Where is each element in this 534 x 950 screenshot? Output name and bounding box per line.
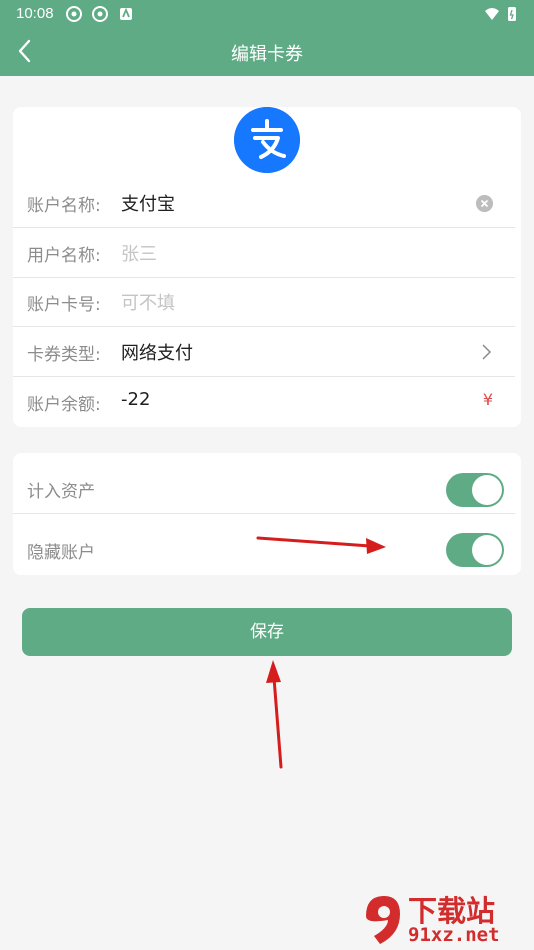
app-header: 10:08 编辑卡券 xyxy=(0,0,534,76)
account-number-label: 账户卡号: xyxy=(27,295,101,315)
status-time: 10:08 xyxy=(16,5,54,22)
balance-label: 账户余额: xyxy=(27,395,101,415)
watermark-logo-icon xyxy=(366,896,400,944)
chevron-right-icon[interactable] xyxy=(479,343,493,361)
account-number-input[interactable]: 可不填 xyxy=(121,289,175,315)
wifi-icon xyxy=(485,8,499,20)
annotation-arrow-to-save xyxy=(266,660,283,769)
card-type-row[interactable]: 卡券类型: 网络支付 xyxy=(13,327,521,377)
user-name-label: 用户名称: xyxy=(27,246,101,266)
user-name-input[interactable]: 张三 xyxy=(121,240,157,266)
app-notification-icon-2 xyxy=(92,6,108,22)
battery-icon xyxy=(508,7,516,21)
watermark-url: 91xz.net xyxy=(408,924,500,946)
balance-input[interactable]: -22 xyxy=(121,389,150,410)
toggle-knob xyxy=(472,535,502,565)
account-details-card: 账户名称: 支付宝 用户名称: 张三 账户卡号: 可不填 卡券类型: 网络支付 … xyxy=(13,107,521,427)
hide-account-label: 隐藏账户 xyxy=(27,543,95,563)
card-type-value[interactable]: 网络支付 xyxy=(121,339,193,365)
save-button[interactable]: 保存 xyxy=(22,608,512,656)
watermark: 下载站 91xz.net xyxy=(360,888,534,950)
count-assets-label: 计入资产 xyxy=(27,482,95,502)
hide-account-toggle[interactable] xyxy=(446,533,504,567)
toggle-knob xyxy=(472,475,502,505)
user-name-row[interactable]: 用户名称: 张三 xyxy=(13,228,521,278)
hide-account-row: 隐藏账户 xyxy=(13,514,521,575)
page-title: 编辑卡券 xyxy=(231,44,303,65)
app-notification-icon xyxy=(66,6,82,22)
status-bar: 10:08 xyxy=(0,0,534,28)
count-assets-row: 计入资产 xyxy=(13,453,521,514)
card-type-label: 卡券类型: xyxy=(27,345,101,365)
account-name-input[interactable]: 支付宝 xyxy=(121,190,175,216)
settings-card: 计入资产 隐藏账户 xyxy=(13,453,521,575)
clear-icon[interactable] xyxy=(476,195,493,212)
alipay-icon xyxy=(234,107,300,173)
account-name-label: 账户名称: xyxy=(27,196,101,216)
account-number-row[interactable]: 账户卡号: 可不填 xyxy=(13,277,521,327)
account-name-row[interactable]: 账户名称: 支付宝 xyxy=(13,178,521,228)
count-assets-toggle[interactable] xyxy=(446,473,504,507)
currency-yen-icon: ¥ xyxy=(482,390,493,409)
balance-row[interactable]: 账户余额: -22 ¥ xyxy=(13,377,521,427)
notification-icon xyxy=(120,7,132,20)
